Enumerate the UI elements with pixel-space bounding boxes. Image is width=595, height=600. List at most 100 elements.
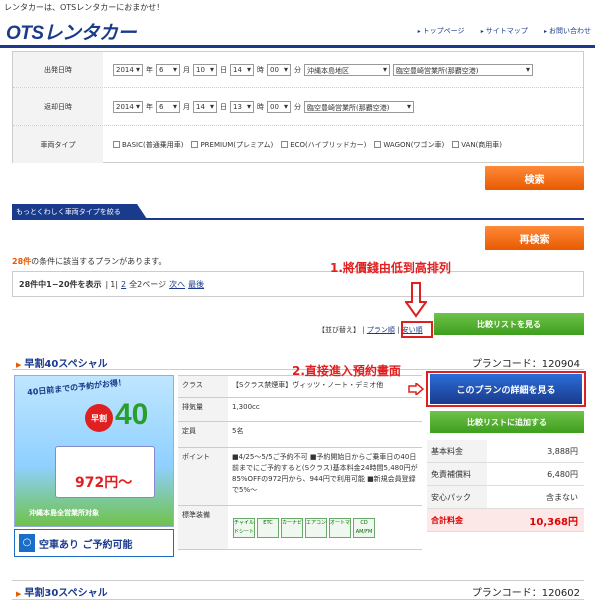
type-label-text: WAGON(ワゴン車) [383, 140, 445, 149]
type-eco-checkbox[interactable]: ECO(ハイブリッドカー) [281, 140, 366, 150]
price-value: 3,888円 [547, 446, 578, 456]
result-count: 28件 [12, 257, 32, 266]
unit-label: 年 [146, 102, 153, 111]
type-basic-checkbox[interactable]: BASIC(普通乗用車) [113, 140, 183, 150]
price-value: 含まない [546, 492, 578, 502]
return-min-select[interactable]: 00 [267, 100, 291, 113]
depart-row: 出発日時 2014年 6月 10日 14時 00分 沖縄本島地区 臨空豊崎営業所… [13, 52, 583, 88]
etc-icon: ETC [257, 517, 279, 538]
top-link-home[interactable]: トップページ [418, 27, 465, 35]
return-row: 返却日時 2014年 6月 14日 13時 00分 臨空豊崎営業所(那覇空港) [13, 88, 583, 126]
spec-point-label: ポイント [178, 448, 228, 505]
plan-title[interactable]: 早割40スペシャル [16, 355, 107, 370]
unit-label: 月 [183, 65, 190, 74]
cd-radio-icon: CD AM/FM [353, 517, 375, 538]
depart-min-select[interactable]: 00 [267, 63, 291, 76]
unit-label: 時 [257, 102, 264, 111]
type-van-checkbox[interactable]: VAN(商用車) [452, 140, 502, 150]
sort-plan-link[interactable]: プラン順 [367, 326, 395, 334]
result-summary: 28件の条件に該当するプランがあります。 [12, 256, 166, 267]
plan-header: 早割30スペシャル プランコード：120602 [12, 580, 584, 600]
spec-class-value: 【Sクラス禁煙車】ヴィッツ・ノート・デミオ他 [232, 381, 384, 389]
spec-point-value: ■4/25〜5/5ご予約不可 ■予約開始日からご乗車日の40日前までにご予約する… [232, 453, 418, 494]
type-premium-checkbox[interactable]: PREMIUM(プレミアム) [191, 140, 273, 150]
spec-cc-label: 排気量 [178, 398, 228, 421]
promo-headline: 40日前までの予約がお得！ [26, 377, 127, 398]
page-total: 全2ページ [129, 279, 167, 289]
type-label-text: PREMIUM(プレミアム) [200, 140, 274, 149]
add-compare-button[interactable]: 比較リストに追加する [430, 411, 584, 433]
unit-label: 日 [220, 65, 227, 74]
price-label: 基本料金 [427, 440, 487, 462]
type-label-text: BASIC(普通乗用車) [122, 140, 184, 149]
plan-detail-button[interactable]: このプランの詳細を見る [430, 374, 582, 404]
return-year-select[interactable]: 2014 [113, 100, 143, 113]
ots-logo[interactable]: OTSレンタカー [6, 18, 137, 45]
return-month-select[interactable]: 6 [156, 100, 180, 113]
child-seat-icon: チャイルドシート [233, 517, 255, 538]
top-link-sitemap[interactable]: サイトマップ [481, 27, 528, 35]
spec-cc-value: 1,300cc [232, 403, 260, 411]
spec-equip-label: 標準装備 [178, 506, 228, 549]
search-button[interactable]: 検索 [485, 166, 584, 190]
top-link-contact[interactable]: お問い合わせ [544, 27, 591, 35]
return-office-select[interactable]: 臨空豊崎営業所(那覇空港) [304, 100, 414, 113]
research-button[interactable]: 再検索 [485, 226, 584, 250]
type-wagon-checkbox[interactable]: WAGON(ワゴン車) [374, 140, 444, 150]
depart-office-select[interactable]: 臨空豊崎営業所(那覇空港) [393, 63, 533, 76]
spec-capacity-value: 5名 [232, 427, 244, 435]
price-label: 安心パック [427, 486, 487, 508]
plan-code: プランコード：120602 [471, 588, 580, 599]
price-table: 基本料金 3,888円 免責補償料 6,480円 安心パック 含まない 合計料金 10,… [427, 440, 584, 532]
promo-badge: 早割 [85, 404, 113, 432]
annotation-detail: 2.直接進入預約畫面 [292, 364, 401, 378]
depart-month-select[interactable]: 6 [156, 63, 180, 76]
sort-label: 【並び替え】 [318, 326, 360, 334]
plan-title[interactable]: 早割30スペシャル [16, 584, 107, 599]
site-header: OTSレンタカー トップページ サイトマップ お問い合わせ [0, 14, 595, 48]
automatic-icon: オートマ [329, 517, 351, 538]
price-total-label: 合計料金 [427, 509, 487, 531]
search-form: 出発日時 2014年 6月 10日 14時 00分 沖縄本島地区 臨空豊崎営業所… [12, 51, 584, 163]
unit-label: 日 [220, 102, 227, 111]
return-hour-select[interactable]: 13 [230, 100, 254, 113]
top-links: トップページ サイトマップ お問い合わせ [404, 26, 591, 36]
more-filter-tab[interactable]: もっとくわしく車両タイプを絞る [12, 204, 147, 219]
result-text: の条件に該当するプランがあります。 [31, 257, 167, 266]
type-label: 車両タイプ [13, 126, 103, 163]
plan-promo-image: 40日前までの予約がお得！ 早割 40 972円〜 沖縄本島全営業所対象 [14, 375, 174, 527]
unit-label: 時 [257, 65, 264, 74]
depart-hour-select[interactable]: 14 [230, 63, 254, 76]
next-page-link[interactable]: 次へ [169, 279, 185, 290]
depart-label: 出発日時 [13, 52, 103, 87]
page-2-link[interactable]: 2 [121, 280, 126, 289]
price-total-value: 10,368円 [529, 516, 578, 528]
depart-year-select[interactable]: 2014 [113, 63, 143, 76]
price-value: 6,480円 [547, 469, 578, 479]
unit-label: 分 [294, 102, 301, 111]
arrow-right-icon [408, 383, 424, 395]
return-day-select[interactable]: 14 [193, 100, 217, 113]
aircon-icon: エアコン [305, 517, 327, 538]
depart-region-select[interactable]: 沖縄本島地区 [304, 63, 390, 76]
plan-spec-table: クラス 【Sクラス禁煙車】ヴィッツ・ノート・デミオ他 排気量 1,300cc 定員 5… [178, 375, 422, 550]
spec-capacity-label: 定員 [178, 422, 228, 447]
divider [12, 218, 584, 220]
return-label: 返却日時 [13, 88, 103, 125]
spec-class-label: クラス [178, 376, 228, 397]
annotation-sort: 1.將價錢由低到高排列 [330, 261, 451, 275]
last-page-link[interactable]: 最後 [188, 279, 204, 290]
depart-day-select[interactable]: 10 [193, 63, 217, 76]
pager: 28件中1−20件を表示 | 1 | 2 全2ページ 次へ 最後 [12, 271, 584, 297]
car-navi-icon: カーナビ [281, 517, 303, 538]
unit-label: 月 [183, 102, 190, 111]
compare-list-button[interactable]: 比較リストを見る [434, 313, 584, 335]
promo-number: 40 [115, 398, 149, 431]
unit-label: 分 [294, 65, 301, 74]
highlight-box [401, 321, 433, 338]
pager-range: 28件中1−20件を表示 [19, 279, 102, 289]
type-label-text: VAN(商用車) [461, 140, 503, 149]
availability-badge: 空車あり ご予約可能 [14, 529, 174, 557]
plan-code: プランコード：120904 [471, 359, 580, 370]
tagline: レンタカーは、OTSレンタカーにおまかせ！ [4, 3, 165, 12]
